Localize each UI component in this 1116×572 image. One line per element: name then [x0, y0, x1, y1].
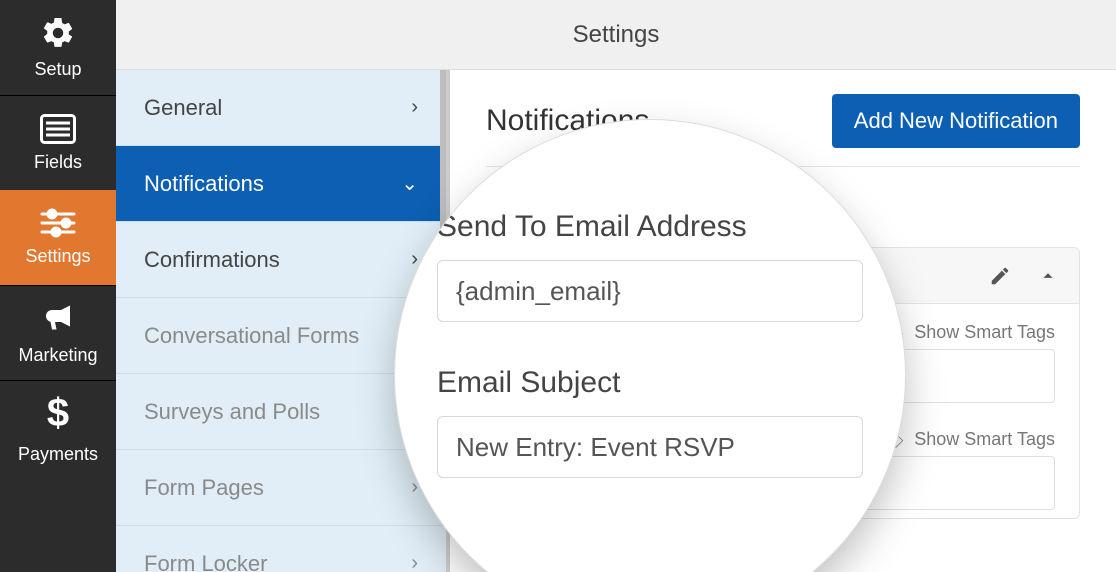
collapse-icon[interactable]	[1037, 265, 1059, 287]
edit-icon[interactable]	[989, 265, 1011, 287]
list-icon	[40, 114, 76, 144]
vnav-item-payments[interactable]: $ Payments	[0, 380, 116, 475]
vnav-item-setup[interactable]: Setup	[0, 0, 116, 95]
sendto-input[interactable]	[437, 260, 863, 322]
submenu-label: Surveys and Polls	[144, 399, 320, 425]
gear-icon	[40, 15, 76, 51]
vnav-item-settings[interactable]: Settings	[0, 190, 116, 285]
submenu-label: Conversational Forms	[144, 323, 359, 349]
vnav-label: Fields	[34, 152, 82, 173]
vnav-label: Setup	[34, 59, 81, 80]
subject-label: Email Subject	[437, 366, 863, 400]
vnav-label: Marketing	[18, 345, 97, 366]
submenu-item-formpages[interactable]: Form Pages ›	[116, 450, 446, 526]
chevron-down-icon: ⌄	[401, 171, 418, 196]
vnav-item-fields[interactable]: Fields	[0, 95, 116, 190]
submenu-label: Form Pages	[144, 475, 264, 501]
smart-tags-label: Show Smart Tags	[914, 322, 1055, 342]
submenu-item-notifications[interactable]: Notifications ⌄	[116, 146, 446, 222]
chevron-right-icon: ›	[411, 248, 418, 271]
bullhorn-icon	[40, 301, 76, 337]
chevron-right-icon: ›	[411, 96, 418, 119]
subject-input[interactable]	[437, 416, 863, 478]
submenu-item-confirmations[interactable]: Confirmations ›	[116, 222, 446, 298]
submenu-item-formlocker[interactable]: Form Locker ›	[116, 526, 446, 572]
vnav-label: Payments	[18, 444, 98, 465]
submenu-label: General	[144, 95, 222, 121]
vertical-nav: Setup Fields Settings Marketing $ Paymen…	[0, 0, 116, 572]
sliders-icon	[38, 208, 78, 238]
vnav-label: Settings	[25, 246, 90, 267]
sendto-label: Send To Email Address	[437, 210, 863, 244]
submenu-item-general[interactable]: General ›	[116, 70, 446, 146]
topbar-title: Settings	[573, 21, 660, 49]
dollar-icon: $	[47, 391, 69, 436]
topbar: Settings	[116, 0, 1116, 70]
submenu-label: Form Locker	[144, 551, 267, 572]
add-notification-button[interactable]: Add New Notification	[832, 94, 1080, 148]
submenu-label: Confirmations	[144, 247, 280, 273]
submenu-label: Notifications	[144, 171, 264, 197]
vnav-item-marketing[interactable]: Marketing	[0, 285, 116, 380]
smart-tags-label: Show Smart Tags	[914, 429, 1055, 449]
chevron-right-icon: ›	[411, 552, 418, 572]
